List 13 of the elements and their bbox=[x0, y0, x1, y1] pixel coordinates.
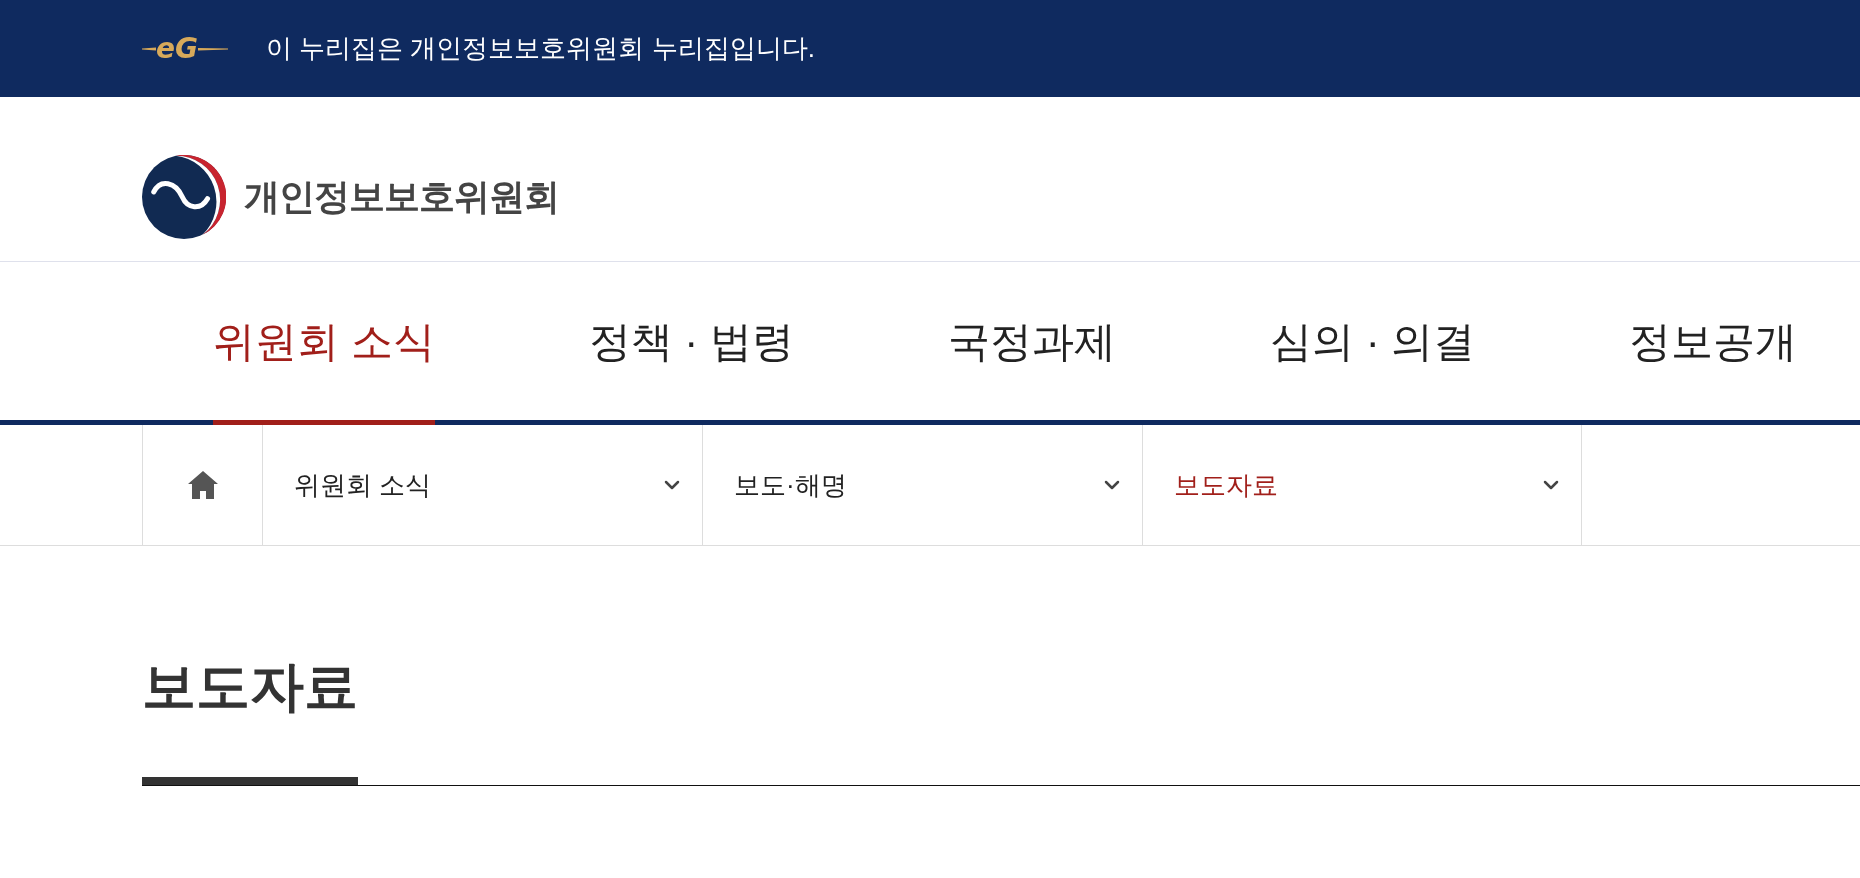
site-name: 개인정보보호위원회 bbox=[244, 175, 559, 219]
nav-tab[interactable]: 심의 · 의결 bbox=[1270, 262, 1476, 425]
banner-logo: eG bbox=[142, 34, 228, 63]
home-icon bbox=[187, 471, 218, 499]
breadcrumb-dropdown[interactable]: 보도자료 bbox=[1142, 425, 1582, 545]
nav-tab[interactable]: 정보공개 bbox=[1629, 262, 1798, 425]
nav-tab[interactable]: 위원회 소식 bbox=[213, 262, 435, 425]
banner-notice: 이 누리집은 개인정보보호위원회 누리집입니다. bbox=[266, 32, 815, 65]
nav-tab[interactable]: 국정과제 bbox=[948, 262, 1116, 425]
page-title: 보도자료 bbox=[142, 655, 358, 718]
nav-tab[interactable]: 정책 · 법령 bbox=[588, 262, 794, 425]
breadcrumb-dropdown[interactable]: 보도·해명 bbox=[702, 425, 1142, 545]
breadcrumb-dropdown[interactable]: 위원회 소식 bbox=[262, 425, 702, 545]
